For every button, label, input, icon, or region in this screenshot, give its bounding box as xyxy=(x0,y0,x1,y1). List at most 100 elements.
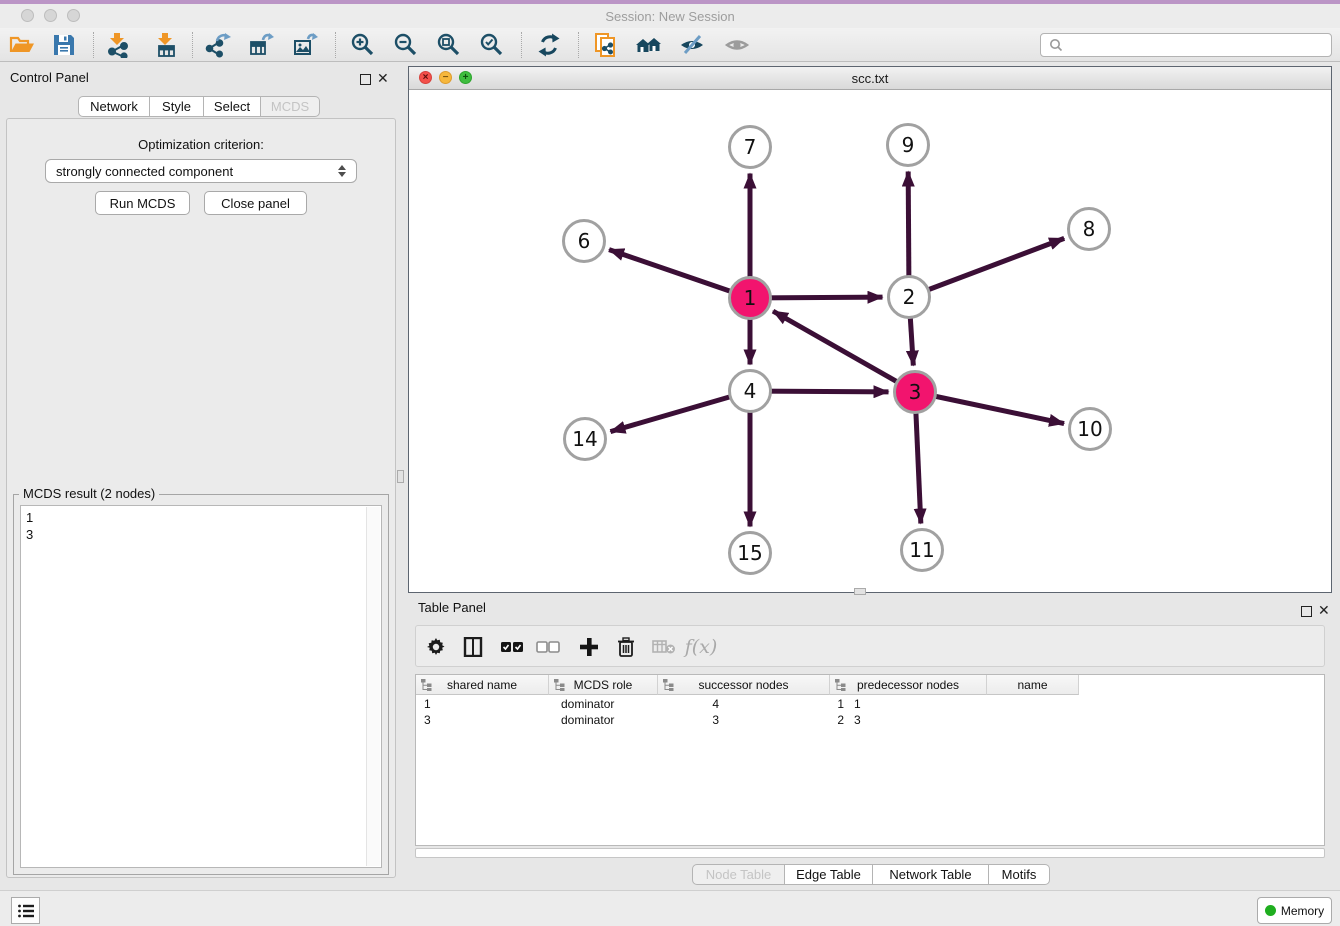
delete-icon[interactable] xyxy=(609,626,643,668)
deselect-all-checkboxes-icon[interactable] xyxy=(531,626,565,668)
mcds-result-groupbox: MCDS result (2 nodes) 13 xyxy=(13,494,389,875)
tab-style[interactable]: Style xyxy=(150,96,204,117)
control-panel-title: Control Panel xyxy=(10,70,89,85)
mcds-tab-content: Optimization criterion: strongly connect… xyxy=(6,118,396,878)
toolbar-separator xyxy=(192,32,193,58)
close-panel-icon[interactable]: ✕ xyxy=(377,72,389,84)
graph-node-label: 4 xyxy=(744,379,757,403)
search-input[interactable] xyxy=(1067,37,1331,53)
tab-network[interactable]: Network xyxy=(78,96,150,117)
horizontal-splitter-handle[interactable] xyxy=(854,588,866,595)
select-all-checkboxes-icon[interactable] xyxy=(495,626,529,668)
refresh-icon[interactable] xyxy=(532,30,566,60)
tab-node-table[interactable]: Node Table xyxy=(692,864,785,885)
search-icon xyxy=(1047,37,1067,53)
zoom-selected-icon[interactable] xyxy=(475,30,509,60)
cell-shared-name[interactable]: 1 xyxy=(424,696,431,712)
graph-node-label: 14 xyxy=(572,427,597,451)
delete-table-icon xyxy=(647,626,681,668)
export-network-icon[interactable] xyxy=(201,30,235,60)
column-header-successor-nodes[interactable]: successor nodes xyxy=(658,675,830,695)
task-history-list-button[interactable] xyxy=(11,897,40,924)
result-scrollbar[interactable] xyxy=(366,507,380,866)
result-line: 3 xyxy=(26,526,381,543)
edge-3-1[interactable] xyxy=(773,311,915,392)
tab-edge-table[interactable]: Edge Table xyxy=(785,864,873,885)
edge-3-10[interactable] xyxy=(915,392,1064,424)
graph-node-label: 15 xyxy=(737,541,762,565)
home-icon[interactable] xyxy=(632,30,666,60)
edge-2-8[interactable] xyxy=(909,238,1064,297)
cell-predecessor-nodes[interactable]: 1 xyxy=(774,696,844,712)
memory-button[interactable]: Memory xyxy=(1257,897,1332,924)
graph-node-label: 2 xyxy=(903,285,916,309)
zoom-fit-icon[interactable] xyxy=(432,30,466,60)
edge-1-6[interactable] xyxy=(609,250,750,298)
settings-gear-icon[interactable] xyxy=(419,626,453,668)
columns-icon[interactable] xyxy=(456,626,490,668)
cell-name[interactable]: 3 xyxy=(854,712,861,728)
toolbar-separator xyxy=(578,32,579,58)
cell-shared-name[interactable]: 3 xyxy=(424,712,431,728)
node-table: shared nameMCDS rolesuccessor nodesprede… xyxy=(415,674,1325,846)
float-table-panel-icon[interactable] xyxy=(1301,606,1312,617)
column-header-predecessor-nodes[interactable]: predecessor nodes xyxy=(830,675,987,695)
column-header-shared-name[interactable]: shared name xyxy=(416,675,549,695)
tab-mcds[interactable]: MCDS xyxy=(261,96,320,117)
status-bar: Memory xyxy=(0,890,1340,926)
zoom-out-icon[interactable] xyxy=(389,30,423,60)
import-table-icon[interactable] xyxy=(149,30,183,60)
export-image-icon[interactable] xyxy=(288,30,322,60)
toolbar-separator xyxy=(521,32,522,58)
graph-node-label: 11 xyxy=(909,538,934,562)
network-view-window: × − + scc.txt 7968124314101511 xyxy=(408,66,1332,593)
toolbar-separator xyxy=(93,32,94,58)
graph-node-label: 6 xyxy=(578,229,591,253)
close-panel-button[interactable]: Close panel xyxy=(204,191,307,215)
cell-MCDS-role[interactable]: dominator xyxy=(561,712,614,728)
tab-network-table[interactable]: Network Table xyxy=(873,864,989,885)
open-file-icon[interactable] xyxy=(5,30,39,60)
cell-successor-nodes[interactable]: 4 xyxy=(649,696,719,712)
window-title: Session: New Session xyxy=(0,9,1340,24)
result-line: 1 xyxy=(26,509,381,526)
graph-node-label: 1 xyxy=(744,286,757,310)
control-panel-tabs: NetworkStyleSelectMCDS xyxy=(78,96,320,117)
add-column-icon[interactable] xyxy=(572,626,606,668)
cell-successor-nodes[interactable]: 3 xyxy=(649,712,719,728)
run-mcds-button[interactable]: Run MCDS xyxy=(95,191,190,215)
save-session-icon[interactable] xyxy=(47,30,81,60)
main-toolbar xyxy=(0,28,1340,62)
export-table-icon[interactable] xyxy=(244,30,278,60)
network-window-titlebar[interactable]: × − + scc.txt xyxy=(409,67,1331,90)
network-file-icon[interactable] xyxy=(588,30,622,60)
edges-layer xyxy=(609,171,1064,526)
cell-MCDS-role[interactable]: dominator xyxy=(561,696,614,712)
graph-node-label: 9 xyxy=(902,133,915,157)
search-box[interactable] xyxy=(1040,33,1332,57)
cell-name[interactable]: 1 xyxy=(854,696,861,712)
graph-node-label: 10 xyxy=(1077,417,1102,441)
tab-motifs[interactable]: Motifs xyxy=(989,864,1050,885)
column-header-name[interactable]: name xyxy=(987,675,1079,695)
vertical-splitter-handle[interactable] xyxy=(397,470,404,483)
graph-node-label: 8 xyxy=(1083,217,1096,241)
network-graph-canvas[interactable]: 7968124314101511 xyxy=(409,89,1331,592)
table-panel-tabs: Node TableEdge TableNetwork TableMotifs xyxy=(692,864,1050,886)
zoom-in-icon[interactable] xyxy=(346,30,380,60)
toolbar-separator xyxy=(335,32,336,58)
cell-predecessor-nodes[interactable]: 2 xyxy=(774,712,844,728)
titlebar: Session: New Session xyxy=(0,4,1340,28)
table-horizontal-scrollbar[interactable] xyxy=(415,848,1325,858)
tab-select[interactable]: Select xyxy=(204,96,261,117)
optimization-criterion-select[interactable]: strongly connected component xyxy=(45,159,357,183)
close-table-panel-icon[interactable]: ✕ xyxy=(1318,604,1330,616)
mcds-result-textarea[interactable]: 13 xyxy=(20,505,382,868)
memory-status-dot xyxy=(1265,905,1276,916)
import-network-icon[interactable] xyxy=(101,30,135,60)
column-header-MCDS-role[interactable]: MCDS role xyxy=(549,675,658,695)
eye-disabled-icon xyxy=(720,30,754,60)
hide-panels-eye-icon[interactable] xyxy=(675,30,709,60)
graph-node-label: 7 xyxy=(744,135,757,159)
float-panel-icon[interactable] xyxy=(360,74,371,85)
